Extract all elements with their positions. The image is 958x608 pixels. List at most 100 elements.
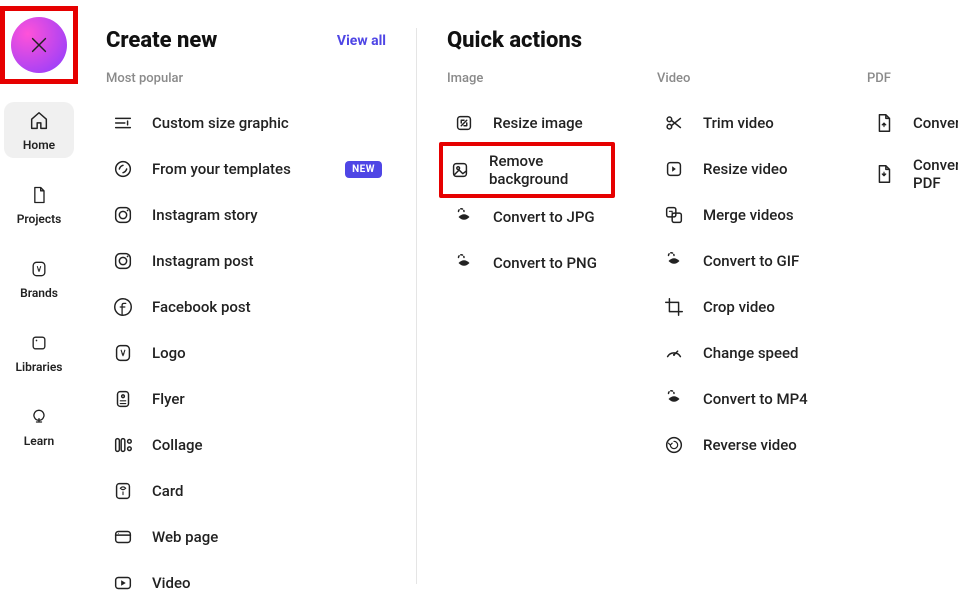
create-item-label: Card	[152, 482, 382, 500]
quick-item-convert-from-pdf[interactable]: Convert from PDF	[867, 146, 958, 202]
templates-icon	[110, 156, 136, 182]
create-item-flyer[interactable]: Flyer	[106, 376, 386, 422]
convert-png-icon	[451, 250, 477, 276]
quick-item-label: Crop video	[703, 298, 813, 316]
create-item-card[interactable]: Card	[106, 468, 386, 514]
create-item-label: Collage	[152, 436, 382, 454]
create-item-label: Web page	[152, 528, 382, 546]
remove-bg-icon	[447, 157, 473, 183]
quick-item-crop-video[interactable]: Crop video	[657, 284, 817, 330]
sidebar-item-label: Home	[23, 138, 55, 152]
quick-item-label: Convert to JPG	[493, 208, 603, 226]
create-item-label: Facebook post	[152, 298, 382, 316]
convert-mp4-icon	[661, 386, 687, 412]
quick-actions-column: Quick actions Image Resize image Remove …	[447, 28, 958, 584]
sidebar-item-label: Brands	[20, 286, 58, 300]
quick-item-label: Reverse video	[703, 436, 813, 454]
create-item-templates[interactable]: From your templates NEW	[106, 146, 386, 192]
quick-item-reverse-video[interactable]: Reverse video	[657, 422, 817, 468]
create-item-label: Logo	[152, 344, 382, 362]
collage-icon	[110, 432, 136, 458]
sidebar-item-brands[interactable]: Brands	[4, 250, 74, 306]
trim-icon	[661, 110, 687, 136]
quick-item-convert-gif[interactable]: Convert to GIF	[657, 238, 817, 284]
create-item-video[interactable]: Video	[106, 560, 386, 606]
sidebar: Home Projects Brands Libraries Learn	[0, 0, 78, 608]
main-content: Create new View all Most popular Custom …	[78, 0, 958, 608]
webpage-icon	[110, 524, 136, 550]
facebook-icon	[110, 294, 136, 320]
quick-item-label: Convert to PNG	[493, 254, 603, 272]
quick-item-label: Convert to GIF	[703, 252, 813, 270]
quick-col-pdf: PDF Convert to PDF Convert from PDF	[867, 71, 958, 468]
quick-item-label: Resize image	[493, 114, 603, 132]
video-icon	[110, 570, 136, 596]
quick-col-video: Video Trim video Resize video Merge vide…	[657, 71, 817, 468]
quick-item-label: Convert to PDF	[913, 114, 958, 132]
create-item-ig-post[interactable]: Instagram post	[106, 238, 386, 284]
logo-highlight	[0, 6, 78, 84]
quick-item-merge-videos[interactable]: Merge videos	[657, 192, 817, 238]
instagram-icon	[110, 202, 136, 228]
vertical-separator	[416, 28, 417, 584]
quick-col-image: Image Resize image Remove background Con…	[447, 71, 607, 468]
quick-actions-title: Quick actions	[447, 28, 958, 53]
create-item-ig-story[interactable]: Instagram story	[106, 192, 386, 238]
to-pdf-icon	[871, 110, 897, 136]
resize-video-icon	[661, 156, 687, 182]
sidebar-item-home[interactable]: Home	[4, 102, 74, 158]
create-new-column: Create new View all Most popular Custom …	[106, 28, 386, 584]
home-icon	[26, 108, 52, 134]
quick-item-convert-png[interactable]: Convert to PNG	[447, 240, 607, 286]
create-item-collage[interactable]: Collage	[106, 422, 386, 468]
brand-icon	[26, 256, 52, 282]
learn-icon	[26, 404, 52, 430]
sidebar-item-projects[interactable]: Projects	[4, 176, 74, 232]
quick-item-resize-video[interactable]: Resize video	[657, 146, 817, 192]
close-logo-button[interactable]	[11, 17, 67, 73]
quick-item-trim-video[interactable]: Trim video	[657, 100, 817, 146]
create-item-label: Instagram post	[152, 252, 382, 270]
new-badge: NEW	[345, 161, 382, 178]
quick-item-convert-mp4[interactable]: Convert to MP4	[657, 376, 817, 422]
quick-item-label: Convert to MP4	[703, 390, 813, 408]
create-item-label: Video	[152, 574, 382, 592]
speed-icon	[661, 340, 687, 366]
merge-icon	[661, 202, 687, 228]
sidebar-item-label: Libraries	[16, 360, 63, 374]
create-item-webpage[interactable]: Web page	[106, 514, 386, 560]
sidebar-item-libraries[interactable]: Libraries	[4, 324, 74, 380]
create-item-custom-size[interactable]: Custom size graphic	[106, 100, 386, 146]
document-icon	[26, 182, 52, 208]
create-item-label: From your templates	[152, 160, 329, 178]
card-icon	[110, 478, 136, 504]
instagram-icon	[110, 248, 136, 274]
quick-item-label: Remove background	[489, 152, 607, 188]
quick-item-label: Resize video	[703, 160, 813, 178]
flyer-icon	[110, 386, 136, 412]
logo-icon	[110, 340, 136, 366]
image-subhead: Image	[447, 71, 607, 86]
quick-item-label: Trim video	[703, 114, 813, 132]
sidebar-item-label: Projects	[17, 212, 62, 226]
quick-item-convert-jpg[interactable]: Convert to JPG	[447, 194, 607, 240]
view-all-link[interactable]: View all	[337, 33, 386, 49]
quick-item-resize-image[interactable]: Resize image	[447, 100, 607, 146]
sidebar-item-learn[interactable]: Learn	[4, 398, 74, 454]
create-item-label: Custom size graphic	[152, 114, 382, 132]
library-icon	[26, 330, 52, 356]
quick-item-convert-to-pdf[interactable]: Convert to PDF	[867, 100, 958, 146]
sidebar-item-label: Learn	[24, 434, 54, 448]
convert-gif-icon	[661, 248, 687, 274]
create-item-fb-post[interactable]: Facebook post	[106, 284, 386, 330]
create-new-title: Create new	[106, 28, 217, 53]
create-item-label: Instagram story	[152, 206, 382, 224]
create-item-label: Flyer	[152, 390, 382, 408]
reverse-icon	[661, 432, 687, 458]
quick-item-change-speed[interactable]: Change speed	[657, 330, 817, 376]
resize-image-icon	[451, 110, 477, 136]
quick-item-label: Change speed	[703, 344, 813, 362]
quick-item-remove-bg[interactable]: Remove background	[439, 142, 615, 198]
create-item-logo[interactable]: Logo	[106, 330, 386, 376]
convert-jpg-icon	[451, 204, 477, 230]
